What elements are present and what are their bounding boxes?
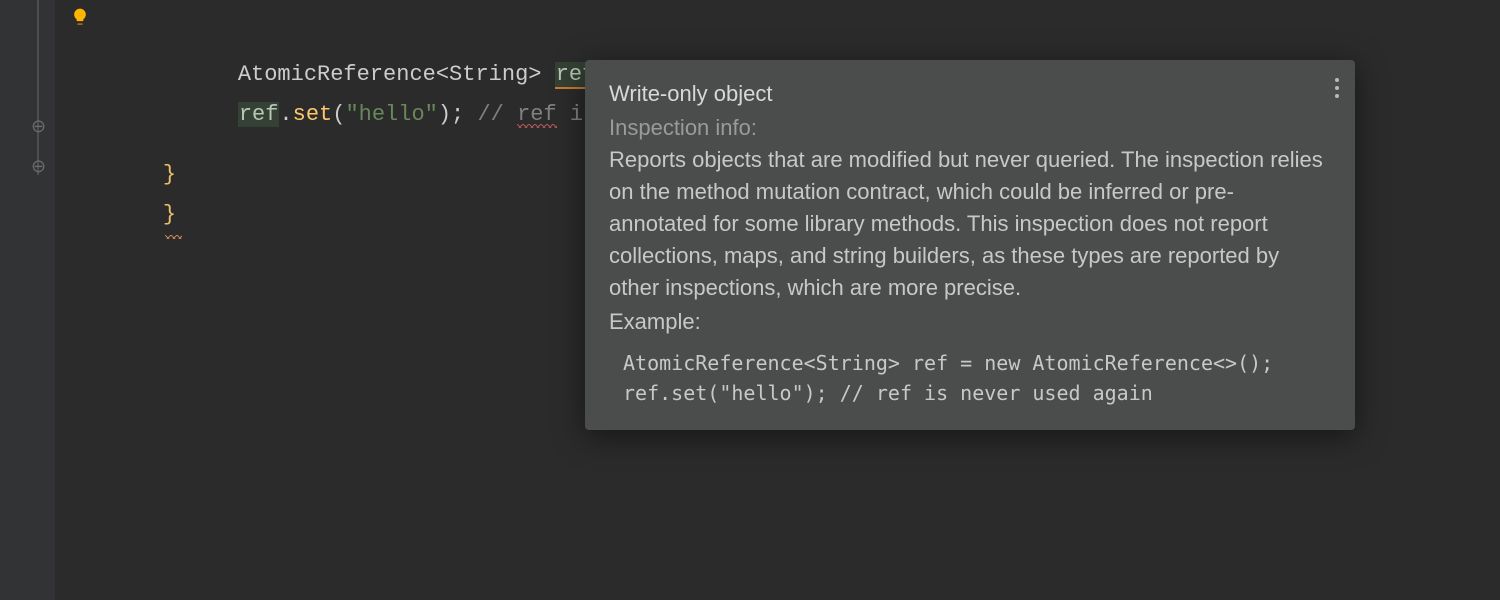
gutter: ⊖ ⊖ xyxy=(0,0,55,600)
fold-close-icon[interactable]: ⊖ xyxy=(31,117,46,135)
popup-example-label: Example: xyxy=(609,306,1331,338)
token-comment: i xyxy=(557,102,583,127)
token-dot: . xyxy=(279,102,292,127)
token-identifier: ref xyxy=(238,102,280,127)
token-brace: } xyxy=(163,195,176,235)
code-line-2: ref.set("hello"); // ref i xyxy=(185,55,583,175)
token-comment: ref xyxy=(517,102,557,127)
token-paren: ); xyxy=(438,102,464,127)
more-actions-icon[interactable] xyxy=(1335,78,1339,98)
token-method: set xyxy=(293,102,333,127)
fold-strip xyxy=(37,0,39,175)
token-paren: ( xyxy=(332,102,345,127)
token-comment: // xyxy=(464,102,517,127)
inspection-popup: Write-only object Inspection info: Repor… xyxy=(585,60,1355,430)
fold-close-icon[interactable]: ⊖ xyxy=(31,157,46,175)
popup-title: Write-only object xyxy=(609,78,1331,110)
token-string: "hello" xyxy=(345,102,437,127)
code-line-4: } xyxy=(110,155,176,275)
popup-example-code: AtomicReference<String> ref = new Atomic… xyxy=(609,348,1331,408)
popup-body: Reports objects that are modified but ne… xyxy=(609,144,1331,304)
popup-subtitle: Inspection info: xyxy=(609,112,1331,144)
